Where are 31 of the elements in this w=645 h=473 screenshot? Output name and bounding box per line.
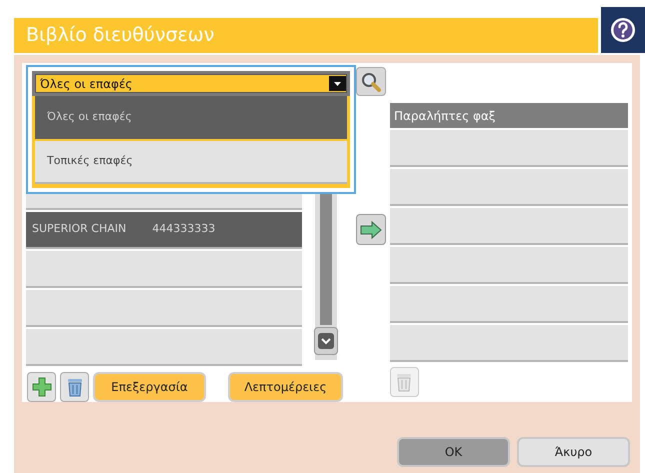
help-button[interactable] <box>601 7 645 53</box>
search-icon <box>361 72 382 92</box>
help-icon <box>609 16 637 44</box>
empty-row[interactable] <box>26 329 302 366</box>
search-button[interactable] <box>356 67 386 96</box>
add-button[interactable] <box>27 372 56 402</box>
empty-row[interactable] <box>390 169 628 206</box>
contact-row[interactable]: SUPERIOR CHAIN 444333333 <box>26 212 302 249</box>
empty-row[interactable] <box>26 290 302 327</box>
empty-row[interactable] <box>390 286 628 323</box>
cancel-button[interactable]: Άκυρο <box>517 437 630 467</box>
ok-button[interactable]: OK <box>397 437 510 467</box>
filter-dropdown[interactable]: Όλες οι επαφές <box>35 74 347 93</box>
arrow-right-icon <box>360 220 382 238</box>
add-recipient-button[interactable] <box>356 214 386 245</box>
dropdown-option[interactable]: Τοπικές επαφές <box>35 141 347 184</box>
delete-recipient-button[interactable] <box>390 367 419 397</box>
delete-button[interactable] <box>60 372 89 402</box>
recipients-header: Παραλήπτες φαξ <box>390 103 628 128</box>
details-button[interactable]: Λεπτομέρειες <box>228 372 343 402</box>
empty-row[interactable] <box>26 251 302 288</box>
plus-icon <box>32 377 52 397</box>
empty-row[interactable] <box>390 130 628 167</box>
chevron-down-icon <box>318 333 334 349</box>
trash-icon <box>396 372 412 392</box>
empty-row[interactable] <box>390 325 628 362</box>
dropdown-option[interactable]: Όλες οι επαφές <box>35 96 347 139</box>
edit-button[interactable]: Επεξεργασία <box>93 372 206 402</box>
trash-icon <box>66 377 82 397</box>
window-title: Βιβλίο διευθύνσεων <box>26 23 214 48</box>
scroll-down-button[interactable] <box>314 327 338 355</box>
